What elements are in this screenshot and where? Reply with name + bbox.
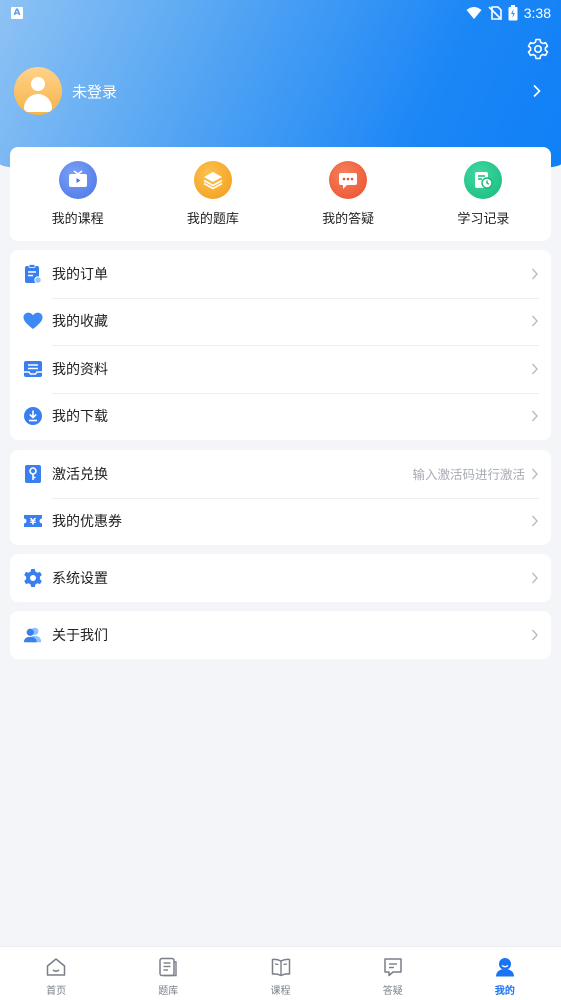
tab-question-bank[interactable]: 题库: [112, 947, 224, 1000]
bottom-tab-bar: 首页 题库 课程 答疑 我的: [0, 946, 561, 1000]
qa-icon: [383, 958, 402, 977]
chevron-right-icon: [531, 268, 538, 280]
quick-label: 学习记录: [457, 212, 510, 227]
no-sim-icon: [488, 6, 502, 20]
menu-label: 我的优惠券: [52, 514, 122, 531]
menu-item-materials[interactable]: 我的资料: [10, 345, 551, 393]
menu-label: 我的资料: [52, 361, 108, 378]
record-icon: [464, 161, 503, 199]
chevron-right-icon: [531, 315, 538, 327]
menu-item-downloads[interactable]: 我的下载: [10, 392, 551, 441]
activation-code-hint: 输入激活码进行激活: [412, 467, 525, 483]
order-icon: [23, 263, 43, 284]
tab-label: 答疑: [382, 986, 403, 997]
layers-icon: [193, 161, 232, 199]
home-icon: [46, 958, 66, 976]
svg-text:¥: ¥: [30, 518, 37, 528]
notification-icon: A: [11, 7, 23, 19]
login-row[interactable]: 未登录: [14, 67, 544, 115]
tab-label: 首页: [46, 986, 67, 997]
chat-icon: [329, 161, 368, 199]
menu-label: 我的收藏: [52, 314, 108, 331]
username: 未登录: [72, 82, 118, 101]
status-bar: A 3:38: [0, 0, 561, 26]
gear-icon: [527, 38, 549, 60]
inbox-icon: [23, 359, 43, 379]
heart-icon: [23, 311, 43, 331]
quick-study-record[interactable]: 学习记录: [416, 147, 551, 241]
menu-item-system-settings[interactable]: 系统设置: [10, 554, 551, 602]
quick-label: 我的课程: [51, 212, 104, 227]
wifi-icon: [466, 7, 482, 19]
tab-label: 我的: [494, 986, 515, 997]
tab-profile[interactable]: 我的: [449, 947, 561, 1000]
quick-links: 我的课程 我的题库 我的答疑 学习记录: [10, 147, 551, 241]
menu-label: 我的下载: [52, 409, 108, 426]
download-icon: [23, 406, 43, 426]
tab-label: 题库: [158, 986, 179, 997]
quick-my-question-bank[interactable]: 我的题库: [145, 147, 280, 241]
tv-icon: [58, 161, 97, 199]
settings-icon: [23, 568, 43, 588]
chevron-right-icon: [531, 363, 538, 375]
tab-courses[interactable]: 课程: [224, 947, 336, 1000]
tab-label: 课程: [270, 986, 291, 997]
menu-label: 关于我们: [52, 627, 108, 644]
menu-label: 系统设置: [52, 570, 108, 587]
book-icon: [271, 958, 290, 977]
menu-group-account: 我的订单 我的收藏 我的资料 我的下载: [10, 250, 551, 440]
menu-group-redeem: 激活兑换 输入激活码进行激活 ¥ 我的优惠券: [10, 450, 551, 545]
menu-item-coupons[interactable]: ¥ 我的优惠券: [10, 497, 551, 546]
chevron-right-icon: [531, 468, 538, 480]
quick-my-courses[interactable]: 我的课程: [10, 147, 145, 241]
clock: 3:38: [523, 5, 551, 21]
quick-label: 我的答疑: [322, 212, 375, 227]
question-bank-icon: [159, 957, 177, 977]
profile-icon: [495, 958, 514, 977]
tab-home[interactable]: 首页: [0, 947, 112, 1000]
coupon-icon: ¥: [23, 511, 43, 531]
menu-label: 激活兑换: [52, 466, 108, 483]
users-icon: [23, 625, 43, 645]
chevron-right-icon: [531, 515, 538, 527]
quick-my-qa[interactable]: 我的答疑: [281, 147, 416, 241]
battery-icon: [508, 5, 518, 21]
menu-item-activate[interactable]: 激活兑换 输入激活码进行激活: [10, 450, 551, 498]
menu-item-orders[interactable]: 我的订单: [10, 250, 551, 298]
settings-button[interactable]: [526, 37, 550, 61]
menu-item-about-us[interactable]: 关于我们: [10, 611, 551, 659]
menu-group-settings: 系统设置: [10, 554, 551, 602]
chevron-right-icon: [531, 410, 538, 422]
menu-label: 我的订单: [52, 266, 108, 283]
menu-item-favorites[interactable]: 我的收藏: [10, 297, 551, 346]
chevron-right-icon: [533, 84, 541, 98]
quick-label: 我的题库: [186, 212, 239, 227]
key-icon: [23, 464, 43, 484]
chevron-right-icon: [531, 572, 538, 584]
chevron-right-icon: [531, 629, 538, 641]
avatar[interactable]: [14, 67, 62, 115]
tab-qa[interactable]: 答疑: [337, 947, 449, 1000]
menu-group-about: 关于我们: [10, 611, 551, 659]
